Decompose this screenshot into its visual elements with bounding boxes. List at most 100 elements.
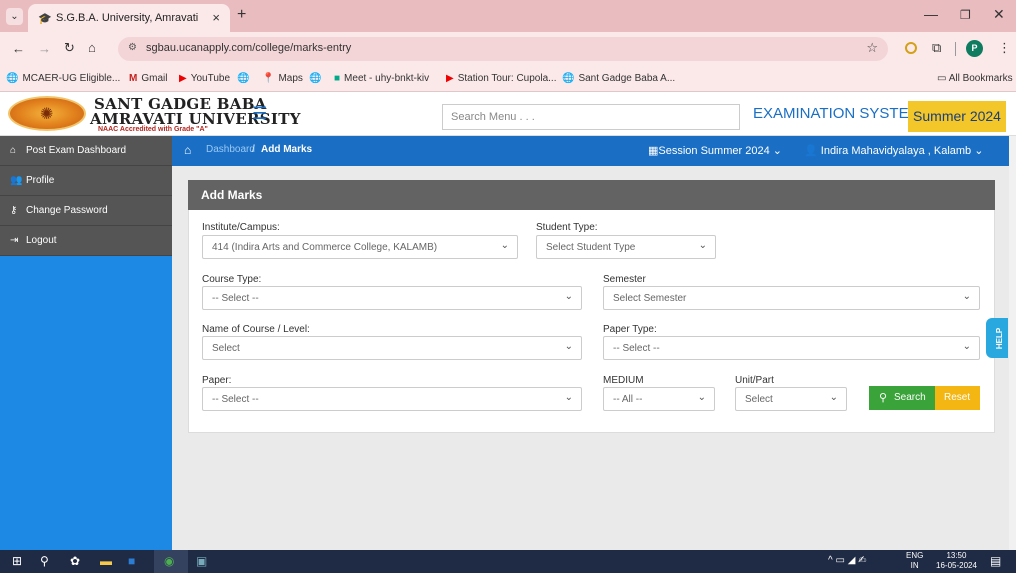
toolbar-divider <box>955 42 956 56</box>
forward-arrow-icon[interactable]: → <box>38 41 51 56</box>
clock[interactable]: 13:50 16-05-2024 <box>936 551 977 571</box>
panel-title: Add Marks <box>201 188 263 202</box>
bookmark-item[interactable]: ▶ YouTube <box>179 73 230 84</box>
paper-type-label: Paper Type: <box>603 324 657 335</box>
colorful-app-icon[interactable]: ✿ <box>70 554 80 568</box>
breadcrumb-dashboard-link[interactable]: Dashboard <box>206 144 255 155</box>
bookmark-item[interactable]: 🌐 Sant Gadge Baba A... <box>562 73 675 84</box>
extension-icon[interactable] <box>905 42 917 54</box>
bookmark-item[interactable]: 📍 Maps <box>262 73 303 84</box>
session-dropdown[interactable]: ▦Session Summer 2024 ⌄ <box>648 144 782 157</box>
chevron-down-icon: ⌄ <box>962 291 971 302</box>
close-tab-icon[interactable]: × <box>212 10 220 25</box>
menu-search-input[interactable]: Search Menu . . . <box>442 104 740 130</box>
chrome-icon: ◉ <box>164 554 175 568</box>
course-type-select[interactable]: -- Select -- ⌄ <box>202 286 582 310</box>
chevron-down-icon: ⌄ <box>500 240 509 251</box>
semester-label: Semester <box>603 274 646 285</box>
bookmark-item[interactable]: 🌐 <box>237 73 253 84</box>
tab-search-icon[interactable]: ⌄ <box>6 8 23 25</box>
sidebar-item-profile[interactable]: 👥 Profile <box>0 166 172 196</box>
file-explorer-icon[interactable]: ▬ <box>100 554 112 568</box>
globe-icon: 🌐 <box>562 73 575 84</box>
key-icon: ⚷ <box>10 205 18 216</box>
profile-avatar[interactable]: P <box>966 40 983 57</box>
course-name-label: Name of Course / Level: <box>202 324 310 335</box>
home-icon[interactable]: ⌂ <box>184 143 191 157</box>
gmail-icon: M <box>129 73 138 84</box>
reload-icon[interactable]: ↻ <box>64 40 75 56</box>
windows-start-icon[interactable]: ⊞ <box>12 554 22 568</box>
logout-icon: ⇥ <box>10 235 19 246</box>
unit-select[interactable]: Select ⌄ <box>735 387 847 411</box>
medium-label: MEDIUM <box>603 375 644 386</box>
help-tab[interactable]: HELP <box>986 318 1008 358</box>
session-badge: Summer 2024 <box>908 101 1006 132</box>
back-arrow-icon[interactable]: ← <box>12 41 25 56</box>
tab-title: S.G.B.A. University, Amravati <box>56 12 199 24</box>
institute-label: Institute/Campus: <box>202 222 280 233</box>
bookmarks-bar: 🌐 MCAER-UG Eligible... M Gmail ▶ YouTube 🌐 … <box>0 66 1016 92</box>
student-type-select[interactable]: Select Student Type ⌄ <box>536 235 716 259</box>
panel-header: Add Marks <box>188 180 995 210</box>
browser-tab[interactable]: 🎓 S.G.B.A. University, Amravati × <box>28 4 230 32</box>
globe-icon: 🌐 <box>237 73 250 84</box>
college-user-dropdown[interactable]: 👤 Indira Mahavidyalaya , Kalamb ⌄ <box>804 144 983 157</box>
bookmark-item[interactable]: 🌐 <box>309 73 325 84</box>
window-close-icon[interactable]: ✕ <box>993 6 1005 23</box>
search-icon: ⚲ <box>879 392 888 404</box>
browser-tab-strip: ⌄ 🎓 S.G.B.A. University, Amravati × + — … <box>0 0 1016 32</box>
notification-icon[interactable]: ▤ <box>990 554 1001 568</box>
paper-type-select[interactable]: -- Select -- ⌄ <box>603 336 980 360</box>
home-icon: ⌂ <box>10 145 17 156</box>
sidebar-item-change-password[interactable]: ⚷ Change Password <box>0 196 172 226</box>
system-tray-icons[interactable]: ^ ▭ ◢ ✍ <box>828 555 867 566</box>
windows-taskbar: ⊞ ⚲ ✿ ▬ ■ ◉ ▣ ^ ▭ ◢ ✍ ENG IN 13:50 16-05-2… <box>0 550 1016 573</box>
all-bookmarks[interactable]: ▭ All Bookmarks <box>937 73 1013 84</box>
user-icon: 👤 <box>804 145 821 157</box>
language-indicator[interactable]: ENG IN <box>906 551 923 571</box>
semester-select[interactable]: Select Semester ⌄ <box>603 286 980 310</box>
calendar-icon: ▦ <box>648 145 659 157</box>
url-text[interactable]: sgbau.ucanapply.com/college/marks-entry <box>146 42 351 54</box>
puzzle-extensions-icon[interactable]: ⧉ <box>932 40 941 56</box>
institute-select[interactable]: 414 (Indira Arts and Commerce College, K… <box>202 235 518 259</box>
search-icon[interactable]: ⚲ <box>40 554 49 568</box>
bookmark-item[interactable]: M Gmail <box>129 73 167 84</box>
globe-icon: 🌐 <box>6 73 19 84</box>
store-icon[interactable]: ■ <box>128 554 135 568</box>
page-scrollbar[interactable] <box>1009 136 1016 550</box>
meet-icon: ■ <box>334 73 341 84</box>
site-info-icon[interactable]: ⚙ <box>128 42 137 53</box>
bookmark-star-icon[interactable]: ☆ <box>866 40 878 56</box>
course-name-select[interactable]: Select ⌄ <box>202 336 582 360</box>
search-button[interactable]: ⚲ Search <box>869 386 935 410</box>
browser-toolbar: ← → ↻ ⌂ ⚙ sgbau.ucanapply.com/college/ma… <box>0 32 1016 66</box>
users-icon: 👥 <box>10 175 23 186</box>
minimize-icon[interactable]: — <box>924 6 938 22</box>
breadcrumb-separator: / <box>252 144 255 155</box>
address-bar[interactable]: ⚙ sgbau.ucanapply.com/college/marks-entr… <box>118 37 888 61</box>
bookmark-item[interactable]: ■ Meet - uhy-bnkt-kiv <box>334 73 429 84</box>
paper-label: Paper: <box>202 375 232 386</box>
bookmark-item[interactable]: 🌐 MCAER-UG Eligible... <box>6 73 120 84</box>
chevron-down-icon: ⌄ <box>829 392 838 403</box>
restore-icon[interactable]: ❐ <box>960 8 971 22</box>
sidebar-item-logout[interactable]: ⇥ Logout <box>0 226 172 256</box>
university-logo[interactable] <box>8 96 86 131</box>
home-icon[interactable]: ⌂ <box>88 40 96 55</box>
reset-button[interactable]: Reset <box>935 386 980 410</box>
new-tab-icon[interactable]: + <box>237 6 246 24</box>
medium-select[interactable]: -- All -- ⌄ <box>603 387 715 411</box>
paper-select[interactable]: -- Select -- ⌄ <box>202 387 582 411</box>
bookmark-item[interactable]: ▶ Station Tour: Cupola... <box>446 73 556 84</box>
sidebar-item-post-exam-dashboard[interactable]: ⌂ Post Exam Dashboard <box>0 136 172 166</box>
kebab-menu-icon[interactable]: ⋮ <box>998 40 1011 56</box>
breadcrumb-bar: ⌂ Dashboard / Add Marks ▦Session Summer … <box>172 136 1016 166</box>
maps-icon: 📍 <box>262 73 275 84</box>
breadcrumb-current: Add Marks <box>261 144 313 155</box>
app-window-icon[interactable]: ▣ <box>196 554 207 568</box>
chrome-taskbar-button[interactable]: ◉ <box>154 550 188 573</box>
folder-icon: ▭ <box>937 73 949 84</box>
hamburger-menu-icon[interactable]: ☰ <box>252 104 267 124</box>
